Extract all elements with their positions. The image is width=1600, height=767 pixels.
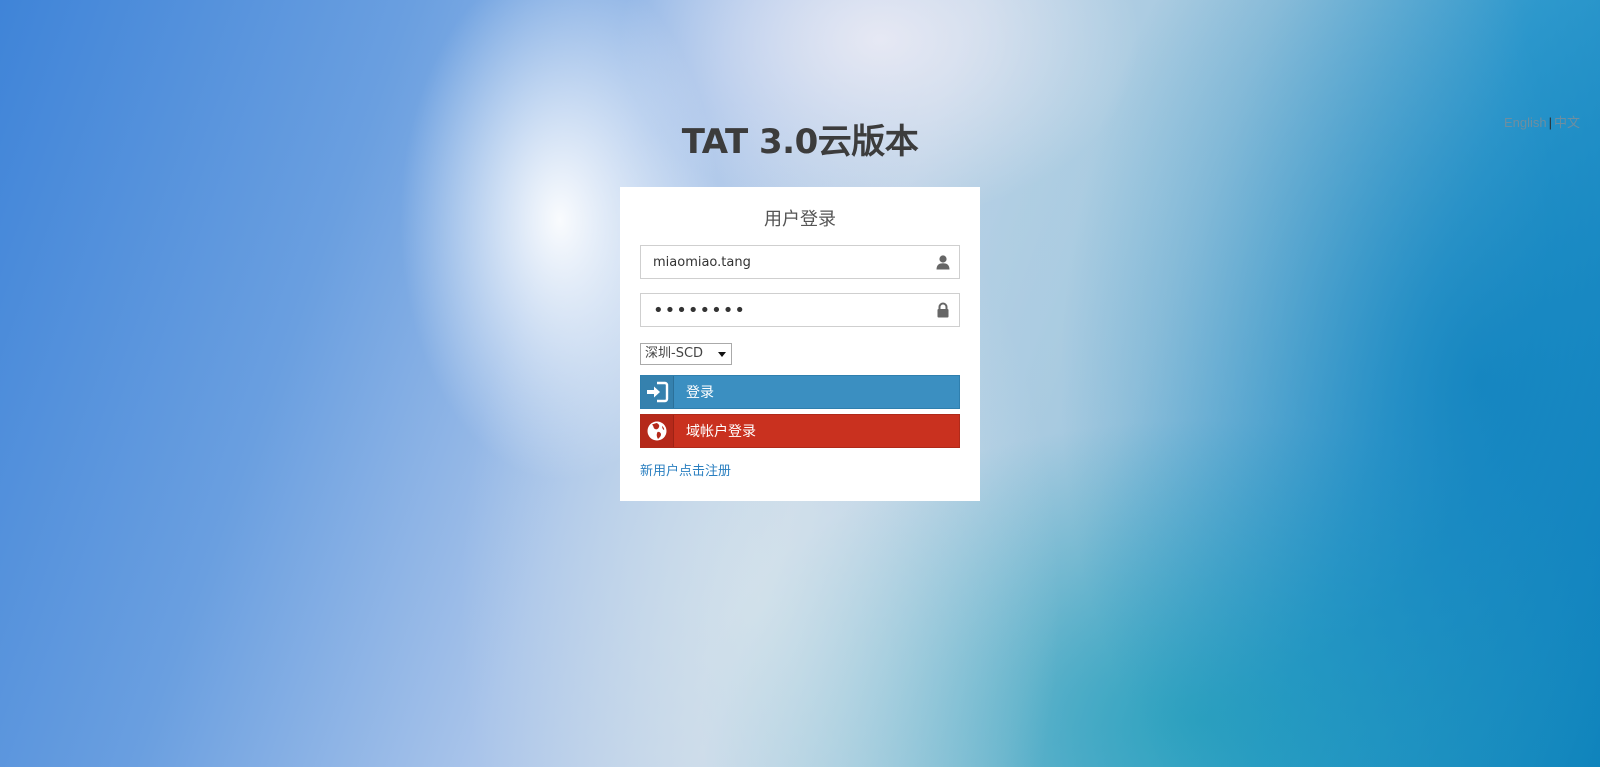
lock-icon bbox=[935, 302, 951, 318]
domain-login-button-label: 域帐户登录 bbox=[686, 424, 756, 440]
login-button[interactable]: 登录 bbox=[640, 375, 960, 409]
globe-icon bbox=[641, 415, 674, 447]
login-heading: 用户登录 bbox=[764, 209, 836, 230]
login-panel: 用户登录 深圳-SCD 登录 bbox=[620, 187, 980, 501]
user-icon bbox=[935, 254, 951, 270]
chevron-down-icon bbox=[718, 352, 726, 357]
register-link[interactable]: 新用户点击注册 bbox=[640, 460, 731, 479]
username-input[interactable] bbox=[641, 246, 959, 278]
app-title: TAT 3.0云版本 bbox=[681, 122, 919, 162]
region-select[interactable]: 深圳-SCD bbox=[640, 343, 732, 365]
password-input[interactable] bbox=[641, 294, 959, 326]
username-field-wrapper bbox=[640, 245, 960, 279]
region-selected-value: 深圳-SCD bbox=[645, 346, 704, 361]
sign-in-icon bbox=[641, 376, 674, 408]
domain-login-button[interactable]: 域帐户登录 bbox=[640, 414, 960, 448]
password-field-wrapper bbox=[640, 293, 960, 327]
login-button-label: 登录 bbox=[686, 385, 714, 401]
